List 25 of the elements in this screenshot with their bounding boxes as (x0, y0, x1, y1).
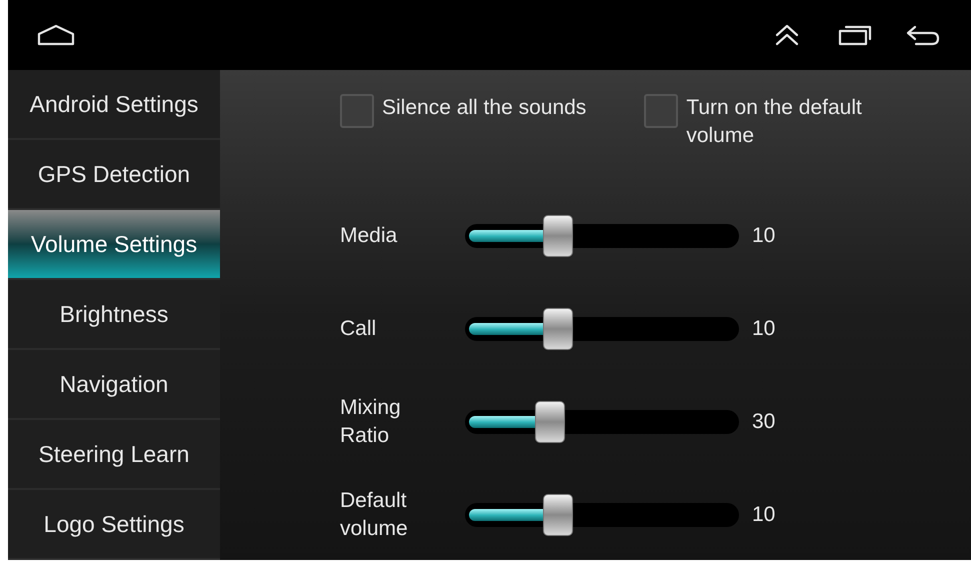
slider-label: Call (340, 316, 378, 342)
slider-thumb[interactable] (543, 308, 574, 350)
checkbox-label: Silence all the sounds (382, 95, 586, 121)
slider-value: 10 (752, 502, 776, 528)
slider-label: Media (340, 222, 398, 248)
slider-thumb[interactable] (534, 400, 565, 442)
slider-value: 10 (752, 222, 776, 249)
slider[interactable] (465, 308, 739, 350)
checkbox[interactable] (644, 94, 678, 128)
checkbox-label: Turn on the default volume (686, 95, 863, 149)
double-chevron-up-icon (774, 23, 800, 47)
checkbox[interactable] (340, 94, 374, 128)
recent-apps-icon (838, 24, 872, 46)
slider[interactable] (465, 400, 739, 442)
slider-label: Default volume (340, 488, 409, 542)
sidebar-item[interactable]: Volume Settings (8, 210, 220, 280)
slider-thumb[interactable] (543, 214, 574, 256)
slider-value: 30 (752, 408, 776, 435)
slider-label: Mixing Ratio (340, 394, 402, 448)
slider[interactable] (465, 494, 739, 536)
slider-value: 10 (752, 316, 776, 342)
back-icon (906, 24, 940, 46)
slider[interactable] (465, 214, 739, 256)
slider-thumb[interactable] (543, 494, 574, 536)
home-icon (37, 24, 75, 46)
